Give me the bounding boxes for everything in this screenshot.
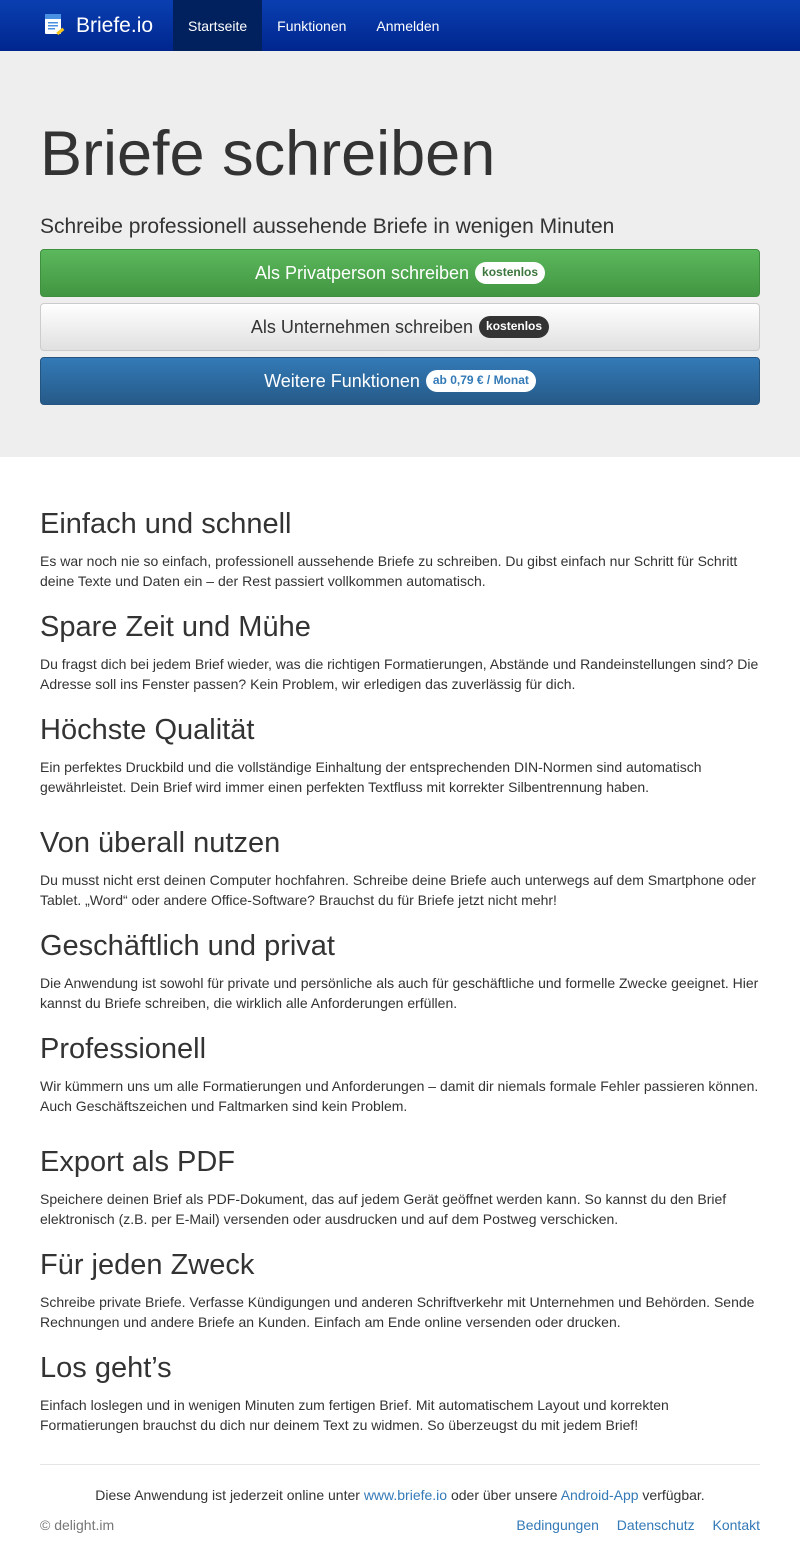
footer-bottom: © delight.im Bedingungen Datenschutz Kon… [40, 1517, 760, 1533]
feature-section: Von überall nutzen Du musst nicht erst d… [40, 827, 760, 910]
contact-link[interactable]: Kontakt [713, 1517, 760, 1533]
feature-text: Du fragst dich bei jedem Brief wieder, w… [40, 655, 759, 692]
feature-section: Für jeden Zweck Schreibe private Briefe.… [40, 1249, 760, 1332]
feature-text: Es war noch nie so einfach, professionel… [40, 552, 738, 589]
feature-title: Professionell [40, 1033, 207, 1065]
price-badge: ab 0,79 € / Monat [425, 370, 536, 392]
feature-title: Einfach und schnell [40, 508, 292, 540]
feature-text: Einfach loslegen und in wenigen Minuten … [40, 1396, 669, 1433]
write-private-button[interactable]: Als Privatperson schreiben kostenlos [40, 249, 760, 297]
feature-title: Höchste Qualität [40, 714, 255, 746]
footer-text: verfügbar. [638, 1487, 705, 1503]
write-private-label: Als Privatperson schreiben [254, 262, 470, 283]
feature-text: Speichere deinen Brief als PDF-Dokument,… [40, 1190, 727, 1227]
navbar: Briefe.io Startseite Funktionen Anmelden [0, 0, 800, 51]
footer-text: oder über unsere [447, 1487, 561, 1503]
letter-icon [45, 13, 65, 35]
nav-funktionen[interactable]: Funktionen [262, 0, 361, 51]
website-link[interactable]: www.briefe.io [364, 1487, 447, 1503]
footer-text: Diese Anwendung ist jederzeit online unt… [95, 1487, 364, 1503]
footer-links: Bedingungen Datenschutz Kontakt [502, 1517, 760, 1533]
write-business-label: Als Unternehmen schreiben [250, 316, 474, 337]
feature-title: Für jeden Zweck [40, 1249, 255, 1281]
feature-section: Einfach und schnell Es war noch nie so e… [40, 508, 760, 591]
footer-divider [40, 1464, 760, 1465]
android-app-link[interactable]: Android-App [561, 1487, 639, 1503]
feature-title: Geschäftlich und privat [40, 930, 335, 962]
copyright: © delight.im [40, 1517, 115, 1533]
feature-title: Von überall nutzen [40, 827, 281, 859]
feature-title: Spare Zeit und Mühe [40, 611, 311, 643]
feature-text: Die Anwendung ist sowohl für private und… [40, 974, 759, 1011]
footer-availability: Diese Anwendung ist jederzeit online unt… [0, 1487, 800, 1503]
terms-link[interactable]: Bedingungen [516, 1517, 599, 1533]
feature-section: Los geht’s Einfach loslegen und in wenig… [40, 1352, 760, 1435]
feature-text: Du musst nicht erst deinen Computer hoch… [40, 871, 756, 908]
feature-section: Höchste Qualität Ein perfektes Druckbild… [40, 714, 760, 797]
more-features-label: Weitere Funktionen [264, 370, 420, 391]
nav-startseite[interactable]: Startseite [173, 0, 263, 51]
feature-text: Ein perfektes Druckbild und die vollstän… [40, 758, 702, 795]
feature-section: Geschäftlich und privat Die Anwendung is… [40, 930, 760, 1013]
feature-section: Export als PDF Speichere deinen Brief al… [40, 1146, 760, 1229]
feature-text: Wir kümmern uns um alle Formatierungen u… [40, 1077, 759, 1114]
brand-name: Briefe.io [76, 13, 154, 37]
hero-lead: Schreibe professionell aussehende Briefe… [40, 215, 615, 238]
free-badge: kostenlos [479, 316, 550, 338]
page-title: Briefe schreiben [40, 119, 496, 189]
hero: Briefe schreiben Schreibe professionell … [0, 51, 800, 457]
feature-section: Professionell Wir kümmern uns um alle Fo… [40, 1033, 760, 1116]
nav-anmelden[interactable]: Anmelden [361, 0, 454, 51]
feature-title: Los geht’s [40, 1352, 172, 1384]
privacy-link[interactable]: Datenschutz [617, 1517, 695, 1533]
feature-title: Export als PDF [40, 1146, 235, 1178]
write-business-button[interactable]: Als Unternehmen schreiben kostenlos [40, 303, 760, 351]
feature-text: Schreibe private Briefe. Verfasse Kündig… [40, 1293, 755, 1330]
more-features-button[interactable]: Weitere Funktionen ab 0,79 € / Monat [40, 357, 760, 405]
features: Einfach und schnell Es war noch nie so e… [0, 457, 800, 1565]
feature-section: Spare Zeit und Mühe Du fragst dich bei j… [40, 611, 760, 694]
free-badge: kostenlos [475, 262, 546, 284]
brand-link[interactable]: Briefe.io [0, 0, 173, 51]
